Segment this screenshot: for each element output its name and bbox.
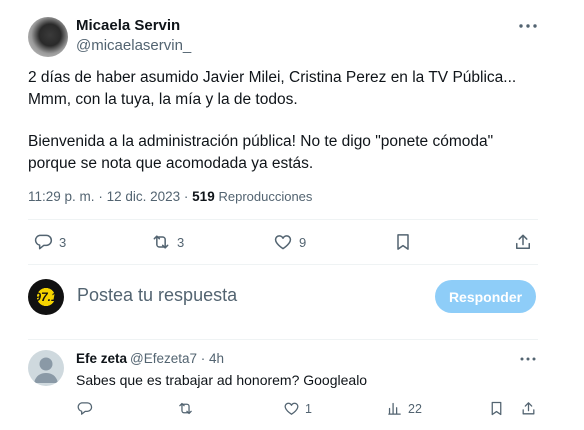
retweet-icon bbox=[179, 402, 192, 415]
share-icon bbox=[522, 402, 535, 415]
default-avatar-icon bbox=[34, 357, 58, 383]
comment-text: Sabes que es trabajar ad honorem? Google… bbox=[76, 372, 368, 388]
like-action[interactable]: 9 bbox=[273, 232, 306, 252]
divider bbox=[28, 339, 538, 340]
reply-button[interactable]: Responder bbox=[435, 280, 536, 313]
reply-count: 3 bbox=[59, 234, 67, 250]
bookmark-icon bbox=[397, 234, 409, 250]
analytics-icon bbox=[388, 402, 401, 415]
meta-separator: · bbox=[98, 189, 103, 204]
user-avatar[interactable]: 97.1 bbox=[28, 279, 64, 315]
comment-author-name[interactable]: Efe zeta bbox=[76, 351, 127, 366]
comment-meta: @Efezeta7 · 4h bbox=[130, 351, 224, 366]
avatar-logo-text: 97.1 bbox=[34, 290, 58, 304]
tweet-time[interactable]: 11:29 p. m. bbox=[28, 189, 95, 204]
comment-views-count: 22 bbox=[408, 401, 422, 416]
heart-icon bbox=[284, 402, 299, 415]
meta-separator: · bbox=[183, 189, 189, 204]
retweet-icon bbox=[153, 235, 169, 249]
tweet-line: Bienvenida a la administración pública! … bbox=[28, 133, 494, 150]
comment-share-action[interactable] bbox=[520, 400, 537, 417]
comment-like-action[interactable]: 1 bbox=[283, 400, 312, 417]
views-count: 519 bbox=[192, 189, 215, 204]
heart-icon bbox=[274, 235, 292, 250]
reply-input[interactable]: Postea tu respuesta bbox=[77, 285, 237, 306]
comment-avatar[interactable] bbox=[28, 350, 64, 386]
more-options-icon[interactable] bbox=[516, 16, 540, 36]
bookmark-icon bbox=[491, 401, 502, 416]
tweet-meta: 11:29 p. m. · 12 dic. 2023 · 519 Reprodu… bbox=[28, 189, 312, 204]
tweet-line: Mmm, con la tuya, la mía y la de todos. bbox=[28, 91, 298, 108]
comment-views-action[interactable]: 22 bbox=[386, 400, 422, 417]
comment-age[interactable]: 4h bbox=[209, 351, 224, 366]
retweet-count: 3 bbox=[177, 234, 185, 250]
views-label: Reproducciones bbox=[218, 189, 313, 204]
comment-reply-action[interactable] bbox=[76, 400, 93, 417]
comment-more-options-icon[interactable] bbox=[516, 350, 540, 368]
comment-author-handle[interactable]: @Efezeta7 bbox=[130, 351, 197, 366]
retweet-action[interactable]: 3 bbox=[151, 232, 184, 252]
tweet-line: 2 días de haber asumido Javier Milei, Cr… bbox=[28, 69, 517, 86]
divider bbox=[28, 219, 538, 220]
like-count: 9 bbox=[299, 234, 307, 250]
reply-icon bbox=[34, 234, 53, 250]
tweet-date[interactable]: 12 dic. 2023 bbox=[107, 189, 181, 204]
reply-icon bbox=[77, 402, 93, 415]
reply-action[interactable]: 3 bbox=[33, 232, 66, 252]
meta-separator: · bbox=[200, 351, 206, 366]
tweet-text: 2 días de haber asumido Javier Milei, Cr… bbox=[28, 67, 538, 175]
comment-retweet-action[interactable] bbox=[177, 400, 194, 417]
author-handle[interactable]: @micaelaservin_ bbox=[76, 37, 191, 54]
comment-like-count: 1 bbox=[305, 401, 312, 416]
author-avatar[interactable] bbox=[28, 17, 68, 57]
share-action[interactable] bbox=[513, 232, 533, 252]
share-icon bbox=[516, 234, 530, 249]
tweet-line: porque se nota que acomodada ya estás. bbox=[28, 155, 314, 172]
comment-bookmark-action[interactable] bbox=[488, 400, 505, 417]
divider bbox=[28, 264, 538, 265]
bookmark-action[interactable] bbox=[393, 232, 413, 252]
author-name[interactable]: Micaela Servin bbox=[76, 17, 180, 34]
